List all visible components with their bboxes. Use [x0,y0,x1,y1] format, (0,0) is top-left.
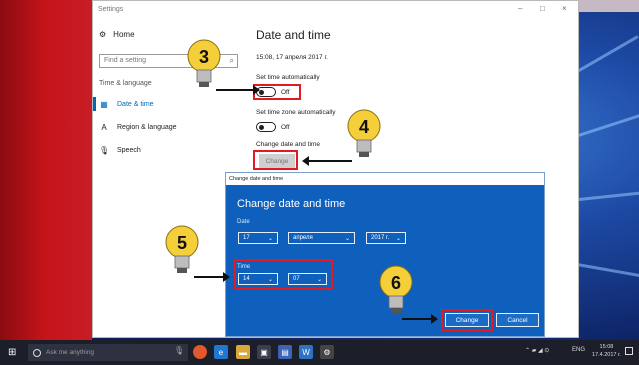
sidebar-item-label: Region & language [117,124,177,131]
cortana-icon [33,348,41,357]
current-datetime: 15:08, 17 апреля 2017 г. [256,54,328,61]
set-time-auto-label: Set time automatically [256,74,320,81]
dialog-heading: Change date and time [237,198,346,210]
clock-time: 15:08 [599,344,614,350]
file-explorer-icon[interactable]: ▬ [236,345,250,359]
gear-icon: ⚙ [99,30,107,39]
day-value: 17 [243,235,250,241]
maximize-button[interactable]: □ [540,4,545,13]
search-icon: ⌕ [229,56,234,65]
active-indicator [93,97,96,111]
windows-start-icon[interactable]: ⊞ [8,347,16,358]
highlight-box [253,150,298,170]
chevron-down-icon: ⌄ [267,235,273,242]
taskbar-clock[interactable]: 15:08 17.4.2017 г. [592,343,621,359]
tray-icons[interactable]: ⌃ ▰ ◢ ⊙ [525,347,549,354]
sidebar-item-label: Date & time [117,101,154,108]
lightbulb-icon: 6 [379,265,413,313]
toggle-knob [259,124,264,130]
arrow-pointer [194,272,230,282]
taskbar-search-box[interactable]: Ask me anything [28,344,188,361]
page-title: Date and time [256,28,331,42]
change-datetime-label: Change date and time [256,141,320,148]
chrome-icon[interactable] [193,345,207,359]
dialog-cancel-button[interactable]: Cancel [496,313,539,327]
year-value: 2017 г. [371,235,390,241]
app-icon[interactable]: ▤ [278,345,292,359]
chevron-down-icon: ⌄ [344,235,350,242]
red-glow-region [0,0,92,340]
day-select[interactable]: 17 ⌄ [238,232,278,244]
month-value: апреля [293,235,313,241]
sidebar-item-region-language[interactable]: A Region & language [99,123,177,132]
sidebar-item-home[interactable]: ⚙ Home [99,30,135,39]
taskbar: ⊞ Ask me anything 🎙 e ▬ ▣ ▤ W ⚙ ⌃ ▰ ◢ ⊙ … [0,340,639,365]
notification-icon[interactable] [625,347,633,355]
month-select[interactable]: апреля ⌄ [288,232,355,244]
arrow-pointer [216,85,260,95]
clock-date: 17.4.2017 г. [592,352,621,358]
chevron-down-icon: ⌄ [395,235,401,242]
dialog-titlebar: Change date and time [226,173,544,185]
arrow-pointer [402,314,438,324]
sidebar-item-date-time[interactable]: ▦ Date & time [99,100,154,109]
lightbulb-icon: 4 [347,109,381,157]
step-number: 4 [359,117,369,137]
settings-gear-icon[interactable]: ⚙ [320,345,334,359]
edge-icon[interactable]: e [214,345,228,359]
set-timezone-auto-label: Set time zone automatically [256,109,336,116]
calendar-clock-icon: ▦ [100,100,108,109]
microphone-icon: 🎙 [99,146,110,155]
home-label: Home [113,30,135,39]
sidebar-item-label: Speech [117,147,141,154]
date-label: Date [237,219,250,225]
step-number: 6 [391,273,401,293]
word-icon[interactable]: W [299,345,313,359]
highlight-box [441,309,493,331]
highlight-box [234,259,333,290]
lightbulb-icon: 3 [187,39,221,87]
window-title: Settings [98,6,124,13]
find-setting-placeholder: Find a setting [104,57,147,64]
microphone-icon[interactable]: 🎙 [174,346,184,355]
close-button[interactable]: × [562,4,567,13]
set-timezone-auto-toggle[interactable] [256,122,276,132]
step-number: 3 [199,47,209,67]
arrow-pointer [302,156,352,166]
step-number: 5 [177,233,187,253]
section-heading: Time & language [99,80,152,87]
highlight-box [253,84,301,100]
year-select[interactable]: 2017 г. ⌄ [366,232,406,244]
taskbar-search-placeholder: Ask me anything [46,349,95,356]
minimize-button[interactable]: – [518,4,522,13]
tray-language[interactable]: ENG [572,347,585,353]
set-timezone-auto-state: Off [281,124,290,131]
lightbulb-icon: 5 [165,225,199,273]
store-icon[interactable]: ▣ [257,345,271,359]
language-icon: A [101,123,107,132]
sidebar-item-speech[interactable]: 🎙 Speech [99,146,141,155]
